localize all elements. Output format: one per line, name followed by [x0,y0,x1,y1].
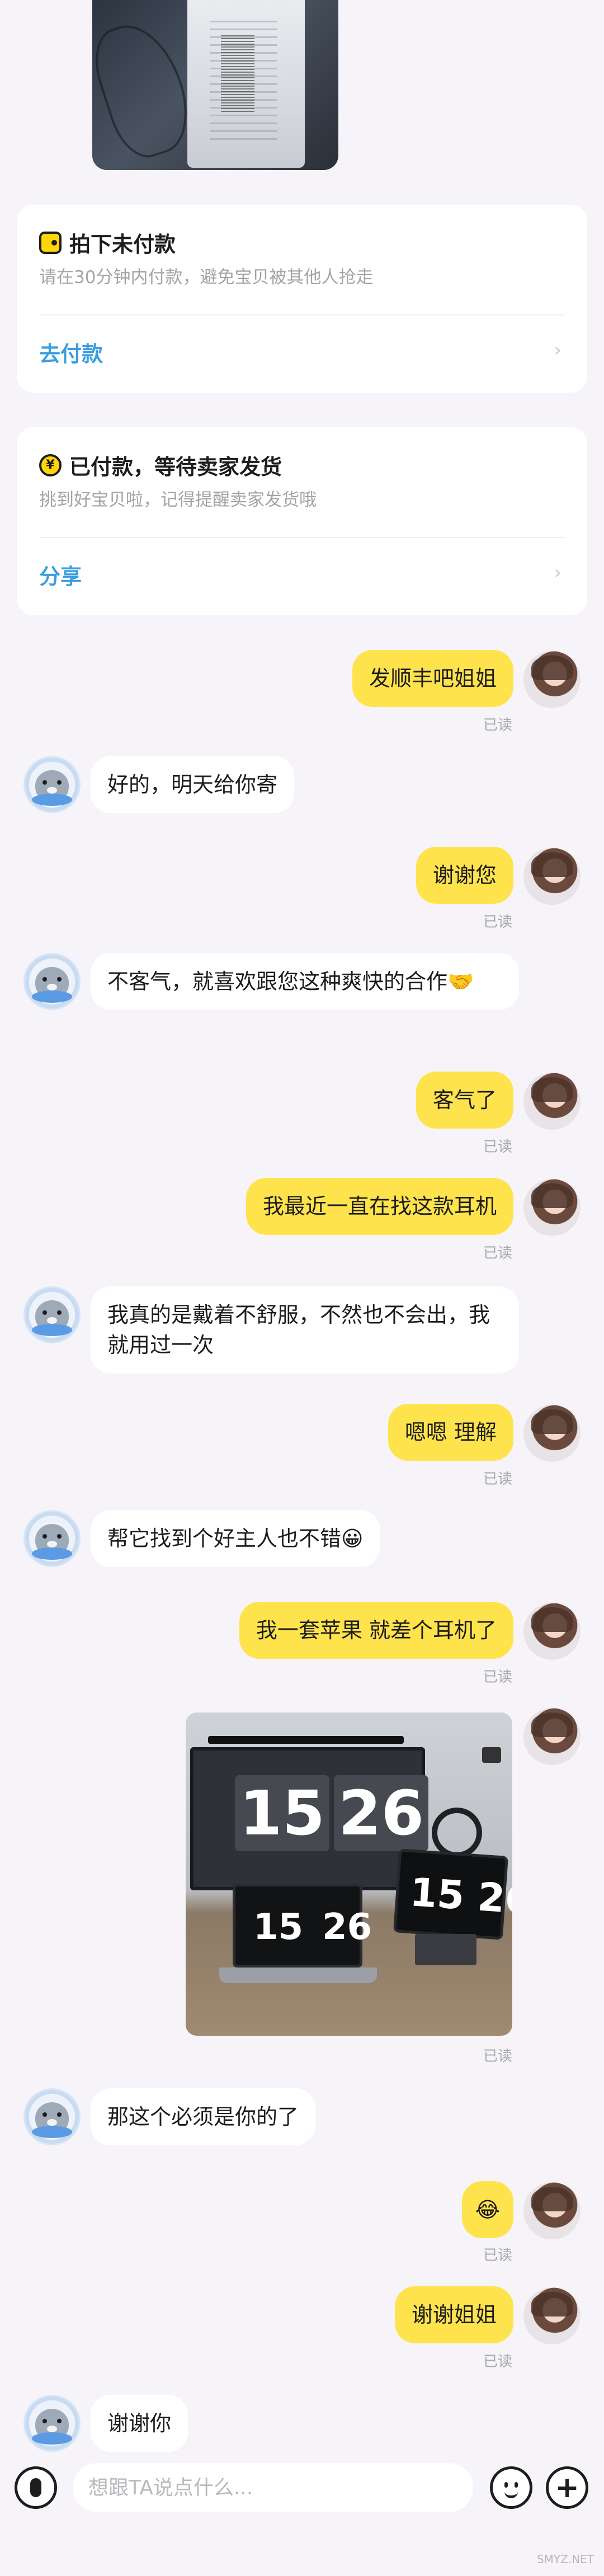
monitor-clock-hour: 15 [235,1775,330,1851]
order-card-unpaid: 拍下未付款 请在30分钟内付款，避免宝贝被其他人抢走 去付款 › [17,205,587,393]
message-bubble-mine[interactable]: 我一套苹果 就差个耳机了 [239,1602,513,1659]
message-bubble-mine[interactable]: 谢谢您 [416,847,513,904]
divider [39,314,565,315]
laptop: 15 26 [233,1884,372,1968]
read-receipt: 已读 [483,717,512,734]
order-card-title: 已付款，等待卖家发货 [69,455,282,479]
seller-avatar[interactable] [23,2088,81,2145]
wallet-icon [39,231,62,254]
seller-avatar[interactable] [23,2395,81,2452]
read-receipt: 已读 [483,2353,512,2370]
seller-avatar[interactable] [23,756,81,813]
message-bubble-mine[interactable]: 我最近一直在找这款耳机 [246,1178,513,1235]
my-avatar[interactable] [523,1603,581,1660]
microphone-icon[interactable] [15,2466,57,2509]
emoji-icon[interactable] [490,2466,532,2509]
message-bubble-mine[interactable]: 客气了 [416,1072,513,1129]
message-bubble-peer[interactable]: 我真的是戴着不舒服，不然也不会出，我就用过一次 [91,1286,519,1374]
order-card-title: 拍下未付款 [69,232,176,257]
read-receipt: 已读 [483,2247,512,2264]
read-receipt: 已读 [483,1471,512,1488]
pay-now-link[interactable]: 去付款 [39,337,103,367]
order-card-subtitle: 挑到好宝贝啦，记得提醒卖家发货哦 [39,490,317,510]
seller-avatar[interactable] [23,953,81,1010]
read-receipt: 已读 [483,2048,512,2065]
product-photo[interactable] [92,0,338,170]
message-bubble-peer[interactable]: 帮它找到个好主人也不错😀 [91,1510,380,1567]
message-input-bar: + SMYZ.NET [0,2453,604,2576]
my-avatar[interactable] [523,1405,581,1462]
my-avatar[interactable] [523,651,581,708]
laptop-clock-hour: 15 [253,1907,304,1948]
tablet-clock-minute: 26 [476,1874,512,1924]
tablet-clock-hour: 15 [408,1869,466,1919]
my-avatar[interactable] [523,1708,581,1765]
message-bubble-mine[interactable]: 嗯嗯 理解 [388,1404,513,1461]
tablet: 15 26 [393,1848,512,1940]
plus-icon[interactable]: + [546,2466,588,2509]
my-avatar[interactable] [523,1179,581,1236]
message-image-desk-setup[interactable]: 15 26 15 26 15 26 [186,1712,512,2036]
message-bubble-peer[interactable]: 好的，明天给你寄 [91,756,295,813]
my-avatar[interactable] [523,2287,581,2344]
read-receipt: 已读 [483,1245,512,1262]
message-input[interactable] [73,2463,473,2512]
order-card-subtitle: 请在30分钟内付款，避免宝贝被其他人抢走 [39,267,374,287]
order-card-paid: ¥ 已付款，等待卖家发货 挑到好宝贝啦，记得提醒卖家发货哦 分享 › [17,427,587,615]
seller-avatar[interactable] [23,1510,81,1567]
share-link[interactable]: 分享 [39,559,82,590]
message-bubble-peer[interactable]: 那这个必须是你的了 [91,2088,316,2145]
yen-icon: ¥ [39,454,62,476]
message-bubble-peer[interactable]: 谢谢你 [91,2395,188,2452]
message-bubble-peer[interactable]: 不客气，就喜欢跟您这种爽快的合作🤝 [91,953,519,1010]
monitor: 15 26 [190,1747,429,1890]
message-bubble-mine[interactable]: 😂 [461,2181,513,2238]
my-avatar[interactable] [523,2182,581,2239]
divider [39,537,565,538]
read-receipt: 已读 [483,914,512,931]
my-avatar[interactable] [523,1073,581,1130]
product-photo-cable [92,13,201,166]
my-avatar[interactable] [523,848,581,905]
product-photo-box [187,0,305,168]
read-receipt: 已读 [483,1669,512,1686]
message-bubble-mine[interactable]: 发顺丰吧姐姐 [352,650,513,707]
laptop-clock-minute: 26 [322,1907,372,1948]
message-bubble-mine[interactable]: 谢谢姐姐 [394,2286,513,2343]
chevron-right-icon[interactable]: › [554,339,561,361]
watermark: SMYZ.NET [536,2553,594,2566]
seller-avatar[interactable] [23,1286,81,1343]
chevron-right-icon[interactable]: › [554,562,561,584]
read-receipt: 已读 [483,1139,512,1155]
monitor-clock-minute: 26 [334,1775,429,1851]
